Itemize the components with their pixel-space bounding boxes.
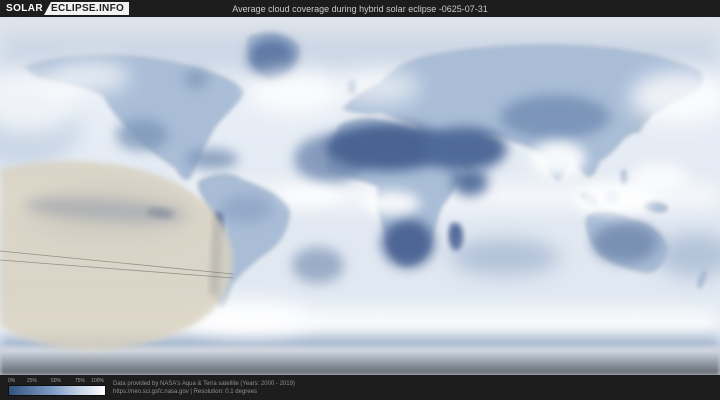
data-attribution: Data provided by NASA's Aqua & Terra sat… bbox=[113, 380, 295, 396]
bottom-bar: 0% 25% 50% 75% 100% Data provided by NAS… bbox=[0, 375, 720, 400]
legend-gradient-bar bbox=[8, 385, 106, 396]
world-map-svg bbox=[0, 17, 720, 375]
attribution-line-2: https://neo.sci.gsfc.nasa.gov | Resoluti… bbox=[113, 389, 257, 395]
cloud-coverage-legend: 0% 25% 50% 75% 100% bbox=[8, 378, 106, 396]
attribution-line-1: Data provided by NASA's Aqua & Terra sat… bbox=[113, 381, 295, 387]
logo-text-solar: SOLAR bbox=[6, 3, 43, 14]
legend-tick-50: 50% bbox=[50, 378, 62, 384]
legend-tick-75: 75% bbox=[74, 378, 86, 384]
legend-tick-100: 100% bbox=[91, 378, 104, 384]
legend-tick-labels: 0% 25% 50% 75% 100% bbox=[8, 378, 104, 384]
antarctica bbox=[0, 347, 720, 375]
philippines bbox=[620, 168, 628, 186]
top-bar: Average cloud coverage during hybrid sol… bbox=[0, 0, 720, 17]
legend-tick-25: 25% bbox=[26, 378, 38, 384]
logo-text-eclipse-info: ECLIPSE.INFO bbox=[44, 2, 130, 15]
solar-eclipse-app: Average cloud coverage during hybrid sol… bbox=[0, 0, 720, 400]
site-logo[interactable]: SOLAR ECLIPSE.INFO bbox=[6, 2, 130, 15]
cloud-coverage-map bbox=[0, 17, 720, 375]
legend-tick-0: 0% bbox=[8, 378, 16, 384]
